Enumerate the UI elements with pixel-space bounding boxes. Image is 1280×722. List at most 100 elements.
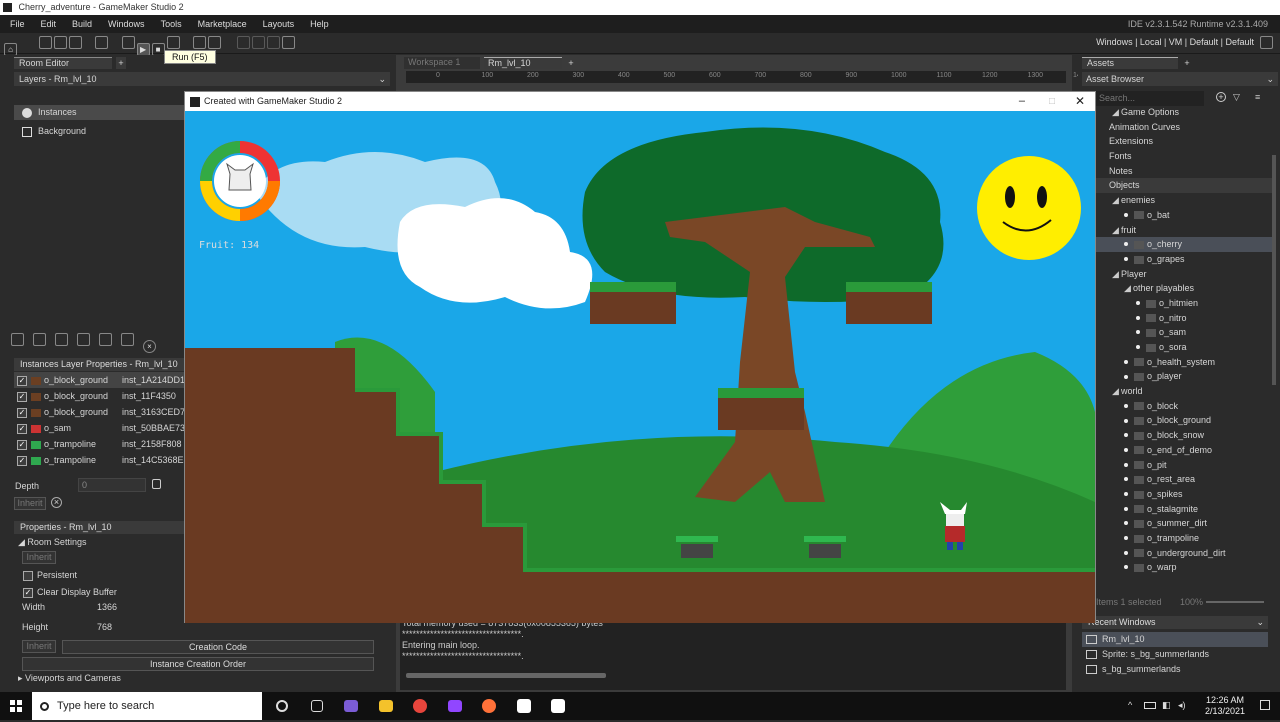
asset-folder[interactable]: Extensions: [1096, 134, 1276, 149]
add-workspace-icon[interactable]: +: [566, 57, 576, 69]
asset-object[interactable]: o_sam: [1096, 325, 1276, 340]
asset-object[interactable]: o_sora: [1096, 340, 1276, 355]
asset-object[interactable]: o_block_snow: [1096, 428, 1276, 443]
windows-start-icon[interactable]: [6, 696, 26, 716]
cortana-icon[interactable]: [276, 700, 288, 712]
recent-window-item[interactable]: Sprite: s_bg_summerlands: [1082, 647, 1268, 662]
game-window[interactable]: Created with GameMaker Studio 2 – □ ✕ Fr…: [184, 91, 1096, 623]
viewports-section[interactable]: ▸ Viewports and Cameras: [18, 673, 121, 684]
asset-folder[interactable]: Fonts: [1096, 149, 1276, 164]
close-icon[interactable]: ✕: [1075, 92, 1085, 111]
depth-field[interactable]: 0: [78, 478, 146, 492]
tab-workspace-1[interactable]: Workspace 1: [404, 57, 480, 69]
delete-layer-icon[interactable]: ×: [143, 340, 156, 353]
maximize-icon[interactable]: □: [1049, 92, 1055, 111]
new-project-icon[interactable]: [38, 36, 52, 49]
layer-settings-icon[interactable]: [121, 333, 134, 346]
folder-expand-icon[interactable]: ◢: [1112, 384, 1121, 399]
folder-expand-icon[interactable]: ◢: [1124, 281, 1133, 296]
task-view-icon[interactable]: [310, 700, 323, 712]
zoom-out-icon[interactable]: [236, 36, 250, 49]
twitch-icon[interactable]: [447, 700, 462, 712]
lock-icon[interactable]: [152, 479, 161, 489]
menu-tools[interactable]: Tools: [157, 19, 186, 29]
instance-row[interactable]: ✓ o_trampoline inst_14C5368E: [14, 452, 184, 468]
zoom-slider[interactable]: [1206, 601, 1264, 603]
add-asset-icon[interactable]: +: [1216, 92, 1226, 102]
maximize-workspace-icon[interactable]: [1260, 36, 1273, 49]
visibility-checkbox[interactable]: ✓: [17, 375, 27, 386]
visibility-checkbox[interactable]: ✓: [17, 407, 27, 418]
width-field[interactable]: 1366: [97, 602, 117, 612]
asset-folder[interactable]: Notes: [1096, 164, 1276, 179]
asset-object[interactable]: o_nitro: [1096, 311, 1276, 326]
asset-object[interactable]: o_cherry: [1096, 237, 1276, 252]
recent-window-item[interactable]: s_bg_summerlands: [1082, 662, 1268, 677]
instance-row[interactable]: ✓ o_block_ground inst_3163CED7: [14, 404, 185, 420]
assets-tab[interactable]: Assets: [1082, 57, 1178, 69]
gamemaker-taskbar-icon[interactable]: [516, 699, 531, 713]
asset-object[interactable]: o_warp: [1096, 560, 1276, 575]
asset-browser-dropdown[interactable]: Asset Browser ⌄: [1082, 72, 1278, 86]
folder-expand-icon[interactable]: ◢: [1112, 105, 1121, 120]
notifications-icon[interactable]: [1260, 700, 1270, 710]
volume-icon[interactable]: ◂): [1178, 700, 1186, 711]
clear-inherit-icon[interactable]: ×: [51, 497, 62, 508]
zoom-reset-icon[interactable]: [251, 36, 265, 49]
asset-object[interactable]: o_end_of_demo: [1096, 443, 1276, 458]
asset-search-input[interactable]: Search...: [1096, 91, 1204, 106]
chevron-down-icon[interactable]: ⌄: [1256, 616, 1264, 629]
asset-folder[interactable]: Animation Curves: [1096, 120, 1276, 135]
tab-rm-lvl-10[interactable]: Rm_lvl_10: [484, 57, 562, 69]
asset-scrollbar[interactable]: [1272, 155, 1276, 385]
instance-row[interactable]: ✓ o_block_ground inst_11F4350: [14, 388, 184, 404]
menu-edit[interactable]: Edit: [37, 19, 61, 29]
asset-object[interactable]: o_grapes: [1096, 252, 1276, 267]
asset-object[interactable]: o_hitmien: [1096, 296, 1276, 311]
layer-instances[interactable]: Instances: [14, 105, 184, 120]
visibility-checkbox[interactable]: ✓: [17, 439, 27, 450]
add-folder-icon[interactable]: [99, 333, 112, 346]
zoom-in-icon[interactable]: [266, 36, 280, 49]
recent-window-item[interactable]: Rm_lvl_10: [1082, 632, 1268, 647]
asset-folder[interactable]: ◢ Game Options: [1096, 105, 1276, 120]
creation-code-button[interactable]: Creation Code: [62, 640, 374, 654]
add-asset-layer-icon[interactable]: [55, 333, 68, 346]
asset-object[interactable]: o_stalagmite: [1096, 502, 1276, 517]
filter-icon[interactable]: ▽: [1233, 92, 1240, 103]
room-settings-section[interactable]: ◢ Room Settings: [18, 537, 86, 548]
asset-menu-icon[interactable]: ≡: [1255, 92, 1260, 102]
layout-links[interactable]: Windows | Local | VM | Default | Default: [1096, 37, 1254, 47]
inherit-depth-button[interactable]: Inherit: [14, 497, 46, 510]
room-editor-tab[interactable]: Room Editor: [14, 57, 112, 69]
clean-icon[interactable]: [166, 36, 180, 49]
layer-background[interactable]: Background: [14, 124, 184, 139]
inherit-creation-button[interactable]: Inherit: [22, 640, 56, 653]
open-project-icon[interactable]: [53, 36, 67, 49]
layers-dropdown[interactable]: Layers - Rm_lvl_10 ⌄: [14, 72, 390, 86]
persistent-checkbox[interactable]: Persistent: [20, 567, 77, 583]
folder-expand-icon[interactable]: ◢: [1112, 267, 1121, 282]
menu-help[interactable]: Help: [306, 19, 333, 29]
menu-windows[interactable]: Windows: [104, 19, 149, 29]
visibility-checkbox[interactable]: ✓: [17, 391, 27, 402]
minimize-icon[interactable]: –: [1019, 92, 1025, 111]
folder-expand-icon[interactable]: ◢: [1112, 223, 1121, 238]
add-bg-layer-icon[interactable]: [33, 333, 46, 346]
tray-chevron-icon[interactable]: ^: [1128, 700, 1132, 710]
asset-object[interactable]: o_block_ground: [1096, 413, 1276, 428]
asset-object[interactable]: o_trampoline: [1096, 531, 1276, 546]
network-icon[interactable]: ◧: [1162, 700, 1171, 711]
inherit-room-button[interactable]: Inherit: [22, 551, 56, 564]
taskbar-search-box[interactable]: Type here to search: [32, 692, 262, 720]
menu-layouts[interactable]: Layouts: [259, 19, 299, 29]
file-explorer-icon[interactable]: [378, 700, 393, 712]
add-tab-icon[interactable]: +: [116, 57, 126, 69]
app-icon[interactable]: [344, 700, 359, 712]
debug-icon[interactable]: [121, 36, 135, 49]
save-icon[interactable]: [68, 36, 82, 49]
asset-folder[interactable]: ◢ other playables: [1096, 281, 1276, 296]
chrome-icon[interactable]: [413, 699, 428, 713]
height-field[interactable]: 768: [97, 622, 112, 632]
firefox-icon[interactable]: [482, 699, 497, 713]
